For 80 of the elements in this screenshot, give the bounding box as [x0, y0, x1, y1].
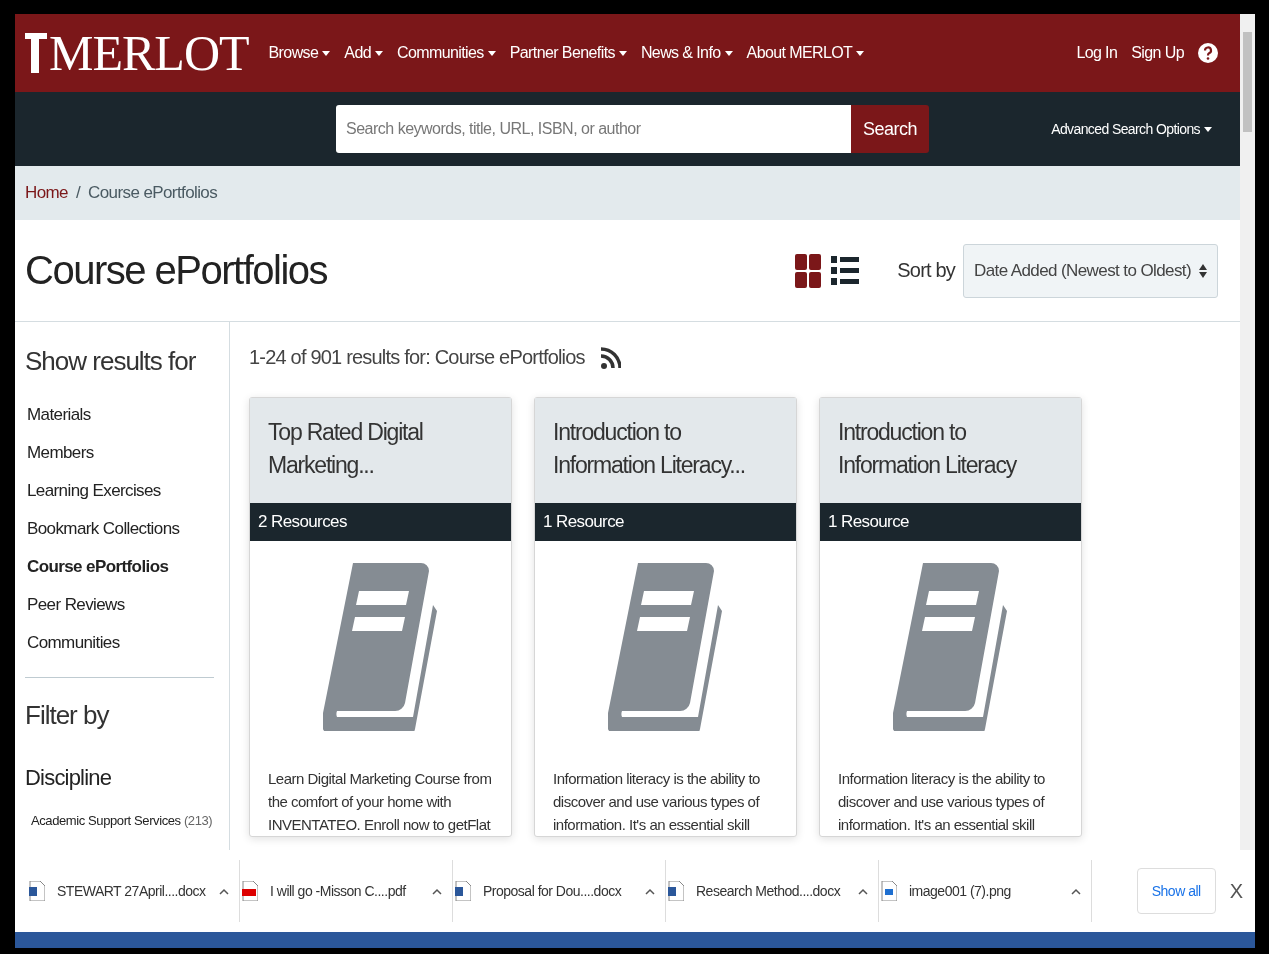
current-page-label: Course ePortfolios — [88, 183, 218, 203]
chevron-up-icon[interactable] — [219, 887, 229, 895]
page-title: Course ePortfolios — [25, 248, 328, 293]
resource-count: 2 Resources — [250, 503, 511, 541]
download-item[interactable]: I will go -Misson C....pdf — [240, 860, 453, 922]
card-title[interactable]: Introduction to Information Literacy — [838, 416, 1067, 482]
rss-feed-icon[interactable] — [600, 346, 621, 369]
download-item[interactable]: image001 (7).png — [879, 860, 1092, 922]
card-title[interactable]: Top Rated Digital Marketing... — [268, 416, 497, 482]
sidebar-item[interactable]: Communities — [27, 633, 214, 653]
discipline-filter-link[interactable]: Academic Support Services (213) — [31, 813, 214, 828]
card-description: Learn Digital Marketing Course from the comfort of your home with INVENTATEO. Enroll now to getFlat — [267, 769, 493, 835]
word-document-icon — [29, 881, 45, 901]
download-file-name[interactable]: I will go -Misson C....pdf — [270, 883, 420, 899]
column-icon — [25, 33, 47, 73]
nav-menu-link[interactable]: Communities — [397, 44, 496, 62]
search-field[interactable]: Search keywords, title, URL, ISBN, or author — [336, 105, 851, 153]
book-icon — [607, 563, 724, 731]
resource-count: 1 Resource — [820, 503, 1081, 541]
download-file-name[interactable]: Research Method....docx — [696, 883, 846, 899]
search-button[interactable]: Search — [851, 105, 930, 153]
nav-menu-link[interactable]: About MERLOT — [746, 44, 865, 62]
show-all-button[interactable]: Show all — [1136, 868, 1216, 914]
caret-icon — [856, 50, 865, 56]
word-document-icon — [668, 881, 684, 901]
word-document-icon — [455, 881, 471, 901]
book-icon — [322, 563, 439, 731]
chevron-up-icon[interactable] — [645, 887, 655, 895]
sort-label: Sort by — [897, 259, 956, 282]
close-button[interactable]: X — [1223, 878, 1249, 904]
download-file-name[interactable]: STEWART 27April....docx — [57, 883, 207, 899]
caret-icon — [487, 50, 496, 56]
caret-icon — [1204, 126, 1212, 132]
caret-icon — [322, 50, 331, 56]
download-file-name[interactable]: image001 (7).png — [909, 883, 1059, 899]
download-item[interactable]: Research Method....docx — [666, 860, 879, 922]
nav-menu-link[interactable]: Add — [344, 44, 383, 62]
login-link[interactable]: Log In — [1076, 44, 1118, 62]
grid-view-icon[interactable] — [795, 253, 822, 288]
sort-select[interactable]: Date Added (Newest to Oldest) — [963, 243, 1218, 298]
pdf-file-icon — [242, 881, 258, 901]
portfolio-card[interactable]: Introduction to Information Literacy... 1 Resource Information literacy is the ability to discover and use various types of information. It's an essential skill — [534, 397, 797, 837]
image-file-icon — [881, 881, 897, 901]
card-title[interactable]: Introduction to Information Literacy... — [553, 416, 782, 482]
sidebar-item[interactable]: Materials — [27, 405, 214, 425]
download-file-name[interactable]: Proposal for Dou....docx — [483, 883, 633, 899]
caret-icon — [618, 50, 627, 56]
sidebar-item[interactable]: Course ePortfolios — [27, 557, 214, 577]
list-view-icon[interactable] — [831, 253, 860, 288]
breadcrumb-link[interactable]: Home — [25, 183, 68, 203]
signup-link[interactable]: Sign Up — [1131, 44, 1184, 62]
card-description: Information literacy is the ability to discover and use various types of information. It's an essential skill — [837, 769, 1046, 835]
discipline-heading: Discipline — [25, 765, 113, 791]
download-item[interactable]: STEWART 27April....docx — [27, 860, 240, 922]
filter-heading: Filter by — [25, 700, 110, 731]
card-description: Information literacy is the ability to discover and use various types of information. It's an essential skill — [552, 769, 761, 835]
breadcrumb-separator: / — [75, 183, 81, 203]
help-icon[interactable] — [1198, 43, 1218, 63]
sort-arrows-icon — [1199, 263, 1207, 278]
chevron-up-icon[interactable] — [858, 887, 868, 895]
sidebar-heading: Show results for — [25, 346, 197, 377]
sidebar-item[interactable]: Members — [27, 443, 214, 463]
caret-icon — [375, 50, 383, 56]
nav-menu-link[interactable]: Browse — [268, 44, 331, 62]
sidebar-item[interactable]: Peer Reviews — [27, 595, 214, 615]
chevron-up-icon[interactable] — [1071, 887, 1081, 895]
merlot-logo[interactable]: MERLOT — [25, 24, 249, 82]
nav-menu-link[interactable]: Partner Benefits — [509, 44, 627, 62]
book-icon — [892, 563, 1009, 731]
portfolio-card[interactable]: Top Rated Digital Marketing... 2 Resources Learn Digital Marketing Course from the comfort of your home with INVENTATEO. Enroll now to getFlat — [249, 397, 512, 837]
portfolio-card[interactable]: Introduction to Information Literacy 1 Resource Information literacy is the ability to discover and use various types of information. It's an essential skill — [819, 397, 1082, 837]
advanced-search-link[interactable]: Advanced Search Options — [1051, 121, 1212, 137]
resource-count: 1 Resource — [535, 503, 796, 541]
nav-menu-link[interactable]: News & Info — [640, 44, 733, 62]
results-summary: 1-24 of 901 results for: Course ePortfolios — [249, 346, 585, 369]
download-item[interactable]: Proposal for Dou....docx — [453, 860, 666, 922]
sidebar-item[interactable]: Bookmark Collections — [27, 519, 214, 539]
caret-icon — [724, 50, 733, 56]
chevron-up-icon[interactable] — [432, 887, 442, 895]
sidebar-item[interactable]: Learning Exercises — [27, 481, 214, 501]
